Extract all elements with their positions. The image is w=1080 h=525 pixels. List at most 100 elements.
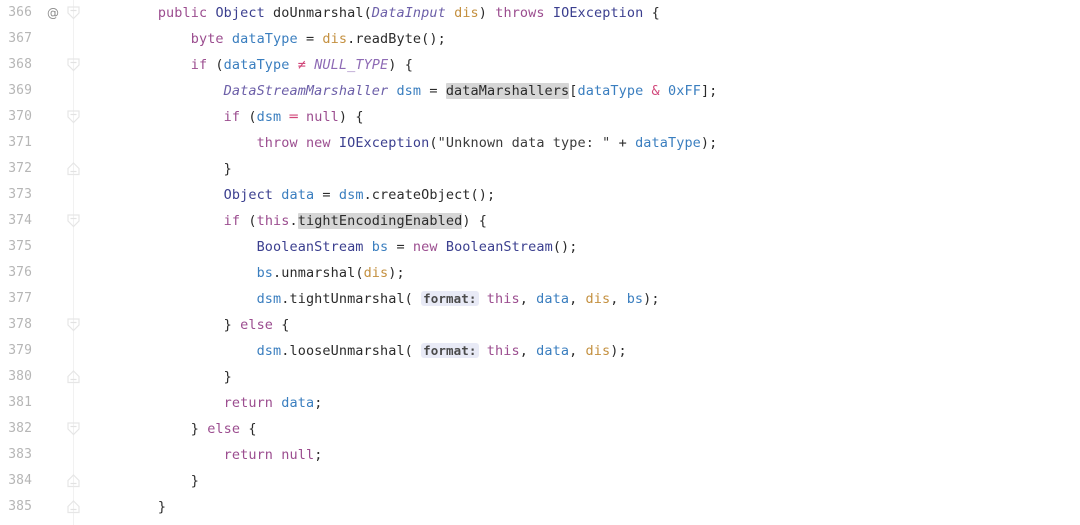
line-number[interactable]: 381 [0, 390, 32, 416]
code-token: { [273, 317, 290, 333]
code-token: ; [314, 395, 323, 411]
code-line[interactable]: 379 dsm.looseUnmarshal( format: this, da… [0, 338, 1080, 364]
fold-collapse-icon[interactable] [66, 318, 81, 332]
code-token: (); [552, 239, 578, 255]
code-line[interactable]: 372 } [0, 156, 1080, 182]
line-number[interactable]: 385 [0, 494, 32, 520]
line-number[interactable]: 383 [0, 442, 32, 468]
line-number[interactable]: 378 [0, 312, 32, 338]
code-line[interactable]: 382 } else { [0, 416, 1080, 442]
code-text[interactable]: } else { [92, 416, 1080, 442]
fold-expand-icon[interactable] [66, 162, 81, 176]
fold-collapse-icon[interactable] [66, 422, 81, 436]
code-text[interactable]: } [92, 156, 1080, 182]
code-line[interactable]: 384 } [0, 468, 1080, 494]
line-number[interactable]: 376 [0, 260, 32, 286]
line-number[interactable]: 374 [0, 208, 32, 234]
line-number[interactable]: 366 [0, 0, 32, 26]
code-text[interactable]: } [92, 468, 1080, 494]
code-text[interactable]: dsm.tightUnmarshal( format: this, data, … [92, 286, 1080, 312]
code-line[interactable]: 385 } [0, 494, 1080, 520]
code-text[interactable]: dsm.looseUnmarshal( format: this, data, … [92, 338, 1080, 364]
code-token: doUnmarshal [273, 5, 364, 21]
code-text[interactable]: if (dataType ≠ NULL_TYPE) { [92, 52, 1080, 78]
fold-collapse-icon[interactable] [66, 58, 81, 72]
code-text[interactable]: BooleanStream bs = new BooleanStream(); [92, 234, 1080, 260]
code-text[interactable]: public Object doUnmarshal(DataInput dis)… [92, 0, 1080, 26]
code-text[interactable]: } else { [92, 312, 1080, 338]
fold-collapse-icon[interactable] [66, 110, 81, 124]
code-lines[interactable]: 366 @ public Object doUnmarshal(DataInput… [0, 0, 1080, 520]
line-number[interactable]: 384 [0, 468, 32, 494]
line-number[interactable]: 369 [0, 78, 32, 104]
code-token: ( [429, 135, 438, 151]
line-number[interactable]: 370 [0, 104, 32, 130]
at-sign-icon[interactable]: @ [44, 0, 62, 26]
code-token: ; [314, 447, 323, 463]
fold-expand-icon[interactable] [66, 474, 81, 488]
code-text[interactable]: if (dsm ═ null) { [92, 104, 1080, 130]
code-line[interactable]: 381 return data; [0, 390, 1080, 416]
line-number[interactable]: 367 [0, 26, 32, 52]
code-token: } [190, 473, 199, 489]
code-token: ) [478, 5, 496, 21]
code-text[interactable]: return null; [92, 442, 1080, 468]
code-line[interactable]: 376 bs.unmarshal(dis); [0, 260, 1080, 286]
code-line[interactable]: 369 DataStreamMarshaller dsm = dataMarsh… [0, 78, 1080, 104]
line-number[interactable]: 372 [0, 156, 32, 182]
fold-expand-icon[interactable] [66, 500, 81, 514]
code-line[interactable]: 375 BooleanStream bs = new BooleanStream… [0, 234, 1080, 260]
code-text[interactable]: byte dataType = dis.readByte(); [92, 26, 1080, 52]
code-line[interactable]: 373 Object data = dsm.createObject(); [0, 182, 1080, 208]
code-text[interactable]: throw new IOException("Unknown data type… [92, 130, 1080, 156]
code-text[interactable]: bs.unmarshal(dis); [92, 260, 1080, 286]
code-text[interactable]: Object data = dsm.createObject(); [92, 182, 1080, 208]
code-text[interactable]: } [92, 364, 1080, 390]
line-number[interactable]: 377 [0, 286, 32, 312]
fold-expand-icon[interactable] [66, 370, 81, 384]
line-number[interactable]: 375 [0, 234, 32, 260]
code-line[interactable]: 378 } else { [0, 312, 1080, 338]
code-text[interactable]: DataStreamMarshaller dsm = dataMarshalle… [92, 78, 1080, 104]
fold-collapse-icon[interactable] [66, 6, 81, 20]
line-number[interactable]: 368 [0, 52, 32, 78]
line-number[interactable]: 380 [0, 364, 32, 390]
line-number[interactable]: 382 [0, 416, 32, 442]
code-line[interactable]: 371 throw new IOException("Unknown data … [0, 130, 1080, 156]
code-token: , [610, 291, 627, 307]
code-line[interactable]: 367 byte dataType = dis.readByte(); [0, 26, 1080, 52]
code-text[interactable]: return data; [92, 390, 1080, 416]
code-line[interactable]: 377 dsm.tightUnmarshal( format: this, da… [0, 286, 1080, 312]
line-number[interactable]: 371 [0, 130, 32, 156]
usage-highlight: tightEncodingEnabled [297, 213, 463, 229]
code-text[interactable]: if (this.tightEncodingEnabled) { [92, 208, 1080, 234]
code-text[interactable]: } [92, 494, 1080, 520]
code-line[interactable]: 374 if (this.tightEncodingEnabled) { [0, 208, 1080, 234]
line-number[interactable]: 373 [0, 182, 32, 208]
code-token: bs [256, 265, 274, 281]
code-token: , [569, 343, 586, 359]
code-line[interactable]: 383 return null; [0, 442, 1080, 468]
line-number[interactable]: 379 [0, 338, 32, 364]
code-line[interactable]: 368 if (dataType ≠ NULL_TYPE) { [0, 52, 1080, 78]
code-token: ( [404, 343, 422, 359]
code-line[interactable]: 366 @ public Object doUnmarshal(DataInput… [0, 0, 1080, 26]
code-line[interactable]: 380 } [0, 364, 1080, 390]
code-line[interactable]: 370 if (dsm ═ null) { [0, 104, 1080, 130]
code-editor[interactable]: 366 @ public Object doUnmarshal(DataInput… [0, 0, 1080, 525]
fold-collapse-icon[interactable] [66, 214, 81, 228]
